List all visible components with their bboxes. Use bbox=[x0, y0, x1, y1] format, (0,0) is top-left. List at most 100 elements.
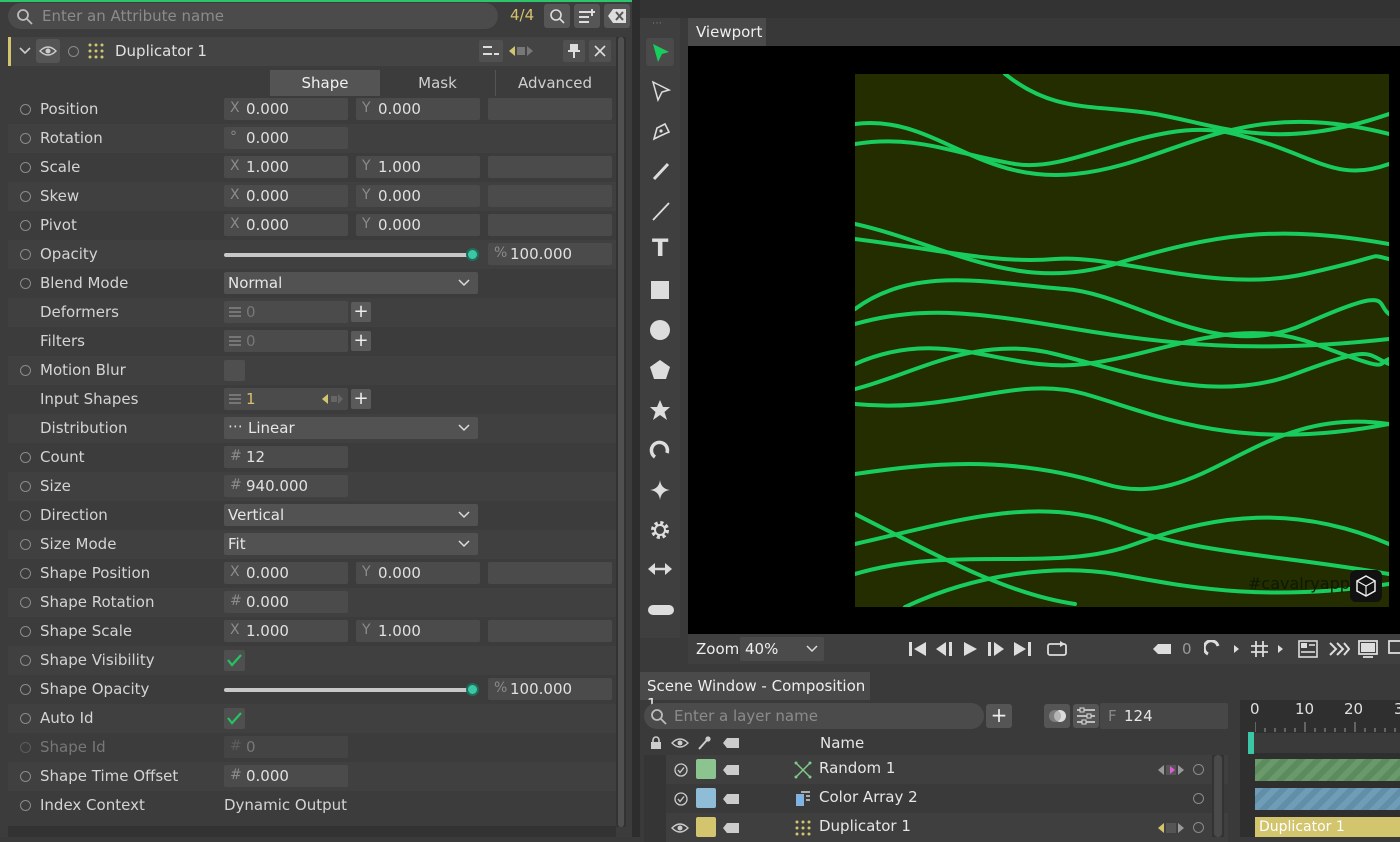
snap-button[interactable] bbox=[1202, 637, 1242, 661]
visibility-check-icon[interactable] bbox=[674, 792, 688, 806]
fast-forward-button[interactable] bbox=[1326, 637, 1352, 661]
count-field[interactable]: #12 bbox=[224, 446, 348, 468]
polygon-tool[interactable] bbox=[646, 356, 674, 384]
more-viewport-button[interactable] bbox=[1386, 637, 1400, 661]
visibility-toggle[interactable] bbox=[36, 39, 60, 63]
ellipse-tool[interactable] bbox=[646, 316, 674, 344]
scale-z-field[interactable] bbox=[488, 156, 612, 178]
gear-tool[interactable] bbox=[646, 516, 674, 544]
lock-cell[interactable] bbox=[644, 784, 666, 813]
arc-tool[interactable] bbox=[646, 436, 674, 464]
shape-scale-z-field[interactable] bbox=[488, 620, 612, 642]
skew-x-field[interactable]: X 0.000 bbox=[224, 185, 348, 207]
size-mode-select[interactable]: Fit bbox=[224, 533, 478, 555]
attribute-menu-button[interactable] bbox=[574, 4, 600, 28]
pick-attribute-button[interactable] bbox=[544, 4, 570, 28]
solo-toggle[interactable] bbox=[1193, 822, 1204, 833]
eyedropper-icon[interactable] bbox=[697, 735, 711, 751]
animate-toggle[interactable] bbox=[20, 539, 31, 550]
animate-toggle[interactable] bbox=[20, 713, 31, 724]
go-to-end-button[interactable] bbox=[1010, 637, 1034, 661]
add-layer-button[interactable]: + bbox=[986, 704, 1012, 728]
lock-cell[interactable] bbox=[644, 755, 666, 784]
shape-scale-y-field[interactable]: Y 1.000 bbox=[356, 620, 480, 642]
filters-field[interactable]: 0 bbox=[224, 330, 348, 352]
position-x-field[interactable]: X 0.000 bbox=[224, 98, 348, 120]
duplicator-timeline-bar[interactable]: Duplicator 1 bbox=[1255, 817, 1400, 837]
shape-scale-x-field[interactable]: X 1.000 bbox=[224, 620, 348, 642]
layer-color-swatch[interactable] bbox=[696, 817, 716, 837]
pencil-tool[interactable] bbox=[646, 156, 674, 184]
animate-toggle[interactable] bbox=[20, 684, 31, 695]
tab-shape[interactable]: Shape bbox=[270, 70, 380, 96]
loop-button[interactable] bbox=[1044, 637, 1070, 661]
opacity-slider[interactable] bbox=[224, 253, 474, 257]
add-input-shape-button[interactable]: + bbox=[351, 389, 371, 409]
animate-toggle[interactable] bbox=[20, 133, 31, 144]
scrollbar-thumb[interactable] bbox=[1214, 755, 1222, 837]
animate-toggle[interactable] bbox=[20, 220, 31, 231]
current-frame-field[interactable]: F 124 bbox=[1100, 703, 1228, 729]
shape-opacity-field[interactable]: % 100.000 bbox=[488, 678, 612, 700]
opacity-slider-handle[interactable] bbox=[466, 248, 479, 261]
animate-toggle[interactable] bbox=[20, 655, 31, 666]
motion-blur-checkbox[interactable] bbox=[224, 360, 245, 381]
skew-z-field[interactable] bbox=[488, 185, 612, 207]
animate-toggle[interactable] bbox=[20, 481, 31, 492]
keyframe-nav-icon[interactable] bbox=[1156, 822, 1186, 834]
position-y-field[interactable]: Y 0.000 bbox=[356, 98, 480, 120]
lock-icon[interactable] bbox=[650, 736, 662, 750]
position-z-field[interactable] bbox=[488, 98, 612, 120]
random-timeline-bar[interactable] bbox=[1255, 759, 1400, 781]
tag-icon[interactable] bbox=[722, 764, 740, 776]
animate-toggle[interactable] bbox=[20, 771, 31, 782]
add-filter-button[interactable]: + bbox=[351, 331, 371, 351]
animate-toggle[interactable] bbox=[20, 365, 31, 376]
pen-tool[interactable] bbox=[646, 116, 674, 144]
grid-button[interactable] bbox=[1248, 637, 1288, 661]
attribute-scrollbar[interactable] bbox=[616, 37, 626, 827]
distribution-select[interactable]: ⋯ Linear bbox=[224, 417, 478, 439]
animate-toggle[interactable] bbox=[20, 191, 31, 202]
animate-toggle[interactable] bbox=[20, 452, 31, 463]
connect-tool[interactable] bbox=[646, 556, 674, 584]
filter-settings-button[interactable] bbox=[1073, 704, 1099, 728]
animate-toggle[interactable] bbox=[20, 510, 31, 521]
blend-mode-select[interactable]: Normal bbox=[224, 272, 478, 294]
layer-color-swatch[interactable] bbox=[696, 788, 716, 808]
animate-toggle[interactable] bbox=[20, 626, 31, 637]
size-field[interactable]: #940.000 bbox=[224, 475, 348, 497]
layer-list-scrollbar[interactable] bbox=[1212, 755, 1224, 837]
pin-button[interactable] bbox=[563, 40, 585, 62]
tag-icon[interactable] bbox=[722, 793, 740, 805]
go-to-start-button[interactable] bbox=[906, 637, 930, 661]
shape-position-x-field[interactable]: X 0.000 bbox=[224, 562, 348, 584]
line-tool[interactable] bbox=[646, 196, 674, 224]
pivot-x-field[interactable]: X 0.000 bbox=[224, 214, 348, 236]
motion-blur-toggle[interactable] bbox=[1044, 704, 1070, 728]
direct-select-tool[interactable] bbox=[646, 76, 674, 104]
composition-canvas[interactable] bbox=[855, 74, 1389, 607]
shape-position-y-field[interactable]: Y 0.000 bbox=[356, 562, 480, 584]
deformers-field[interactable]: 0 bbox=[224, 301, 348, 323]
viewport-tab[interactable]: Viewport bbox=[688, 18, 766, 46]
auto-id-checkbox[interactable] bbox=[224, 708, 245, 729]
layer-row[interactable]: Color Array 2 bbox=[644, 784, 1228, 813]
skew-y-field[interactable]: Y 0.000 bbox=[356, 185, 480, 207]
tab-mask[interactable]: Mask bbox=[380, 70, 496, 96]
eye-icon[interactable] bbox=[671, 822, 689, 834]
step-forward-button[interactable] bbox=[984, 637, 1008, 661]
color-array-timeline-bar[interactable] bbox=[1255, 788, 1400, 810]
lock-cell[interactable] bbox=[644, 813, 666, 842]
keyframe-nav-icon[interactable] bbox=[1156, 764, 1186, 776]
select-tool[interactable] bbox=[646, 38, 674, 66]
shape-visibility-checkbox[interactable] bbox=[224, 650, 245, 671]
shape-position-z-field[interactable] bbox=[488, 562, 612, 584]
star-tool[interactable] bbox=[646, 396, 674, 424]
frame-tag-button[interactable] bbox=[1150, 637, 1174, 661]
shape-opacity-slider-handle[interactable] bbox=[466, 683, 479, 696]
eye-icon[interactable] bbox=[671, 737, 689, 749]
layer-row[interactable]: Random 1 bbox=[644, 755, 1228, 784]
scrollbar-thumb[interactable] bbox=[618, 37, 624, 827]
play-button[interactable] bbox=[958, 637, 982, 661]
